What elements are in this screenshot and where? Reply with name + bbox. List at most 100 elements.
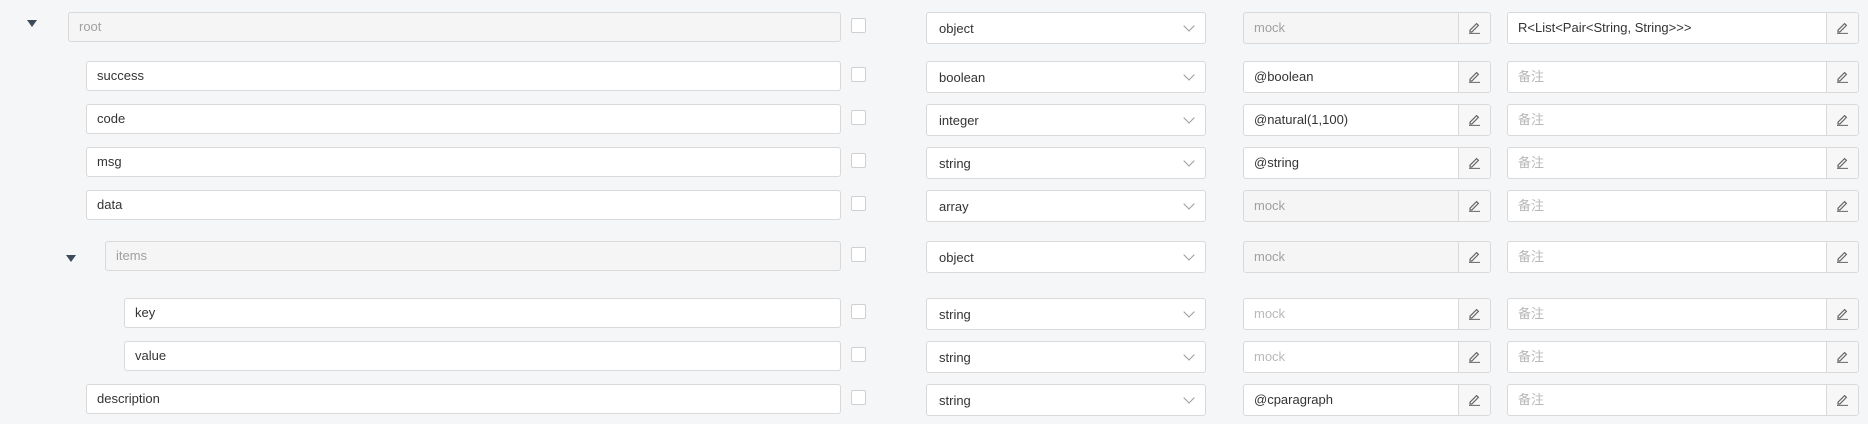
type-select-value: string xyxy=(939,156,971,171)
remark-edit-button[interactable] xyxy=(1826,385,1858,415)
pencil-icon xyxy=(1837,351,1848,363)
type-select-value: string xyxy=(939,393,971,408)
mock-input[interactable]: @cparagraph xyxy=(1243,384,1491,416)
chevron-down-icon xyxy=(1183,155,1195,167)
pencil-icon xyxy=(1469,157,1480,169)
field-name-input[interactable]: code xyxy=(86,104,841,134)
remark-input[interactable]: 备注 xyxy=(1507,104,1859,136)
field-name-input[interactable]: description xyxy=(86,384,841,414)
field-row-root: root object mock R<List<Pair<String, Str… xyxy=(0,12,1868,52)
mock-input-value: @cparagraph xyxy=(1254,392,1333,407)
mock-input-value: mock xyxy=(1254,249,1286,264)
remark-input[interactable]: 备注 xyxy=(1507,190,1859,222)
required-checkbox[interactable] xyxy=(851,18,866,33)
type-select-value: object xyxy=(939,21,974,36)
chevron-down-icon xyxy=(1183,392,1195,404)
type-select-value: integer xyxy=(939,113,979,128)
mock-input[interactable]: @natural(1,100) xyxy=(1243,104,1491,136)
mock-edit-button[interactable] xyxy=(1458,13,1490,43)
type-select[interactable]: string xyxy=(926,147,1206,179)
mock-input-value: @natural(1,100) xyxy=(1254,112,1349,127)
mock-edit-button[interactable] xyxy=(1458,191,1490,221)
field-row-data: data array mock 备注 xyxy=(0,190,1868,230)
field-row-key: key string mock 备注 xyxy=(0,298,1868,338)
mock-edit-button[interactable] xyxy=(1458,385,1490,415)
chevron-down-icon xyxy=(1183,249,1195,261)
chevron-down-icon xyxy=(1183,306,1195,318)
remark-edit-button[interactable] xyxy=(1826,62,1858,92)
remark-edit-button[interactable] xyxy=(1826,242,1858,272)
remark-input-placeholder: 备注 xyxy=(1518,249,1545,264)
field-name-input[interactable]: data xyxy=(86,190,841,220)
remark-input[interactable]: 备注 xyxy=(1507,384,1859,416)
pencil-icon xyxy=(1469,114,1480,126)
mock-input[interactable]: @string xyxy=(1243,147,1491,179)
remark-input-placeholder: 备注 xyxy=(1518,306,1545,321)
mock-input[interactable]: mock xyxy=(1243,341,1491,373)
pencil-icon xyxy=(1837,71,1848,83)
field-name-input[interactable]: success xyxy=(86,61,841,91)
type-select[interactable]: array xyxy=(926,190,1206,222)
required-checkbox[interactable] xyxy=(851,196,866,211)
remark-edit-button[interactable] xyxy=(1826,191,1858,221)
type-select[interactable]: string xyxy=(926,298,1206,330)
remark-input-placeholder: 备注 xyxy=(1518,112,1545,127)
required-checkbox[interactable] xyxy=(851,390,866,405)
type-select[interactable]: object xyxy=(926,241,1206,273)
chevron-down-icon xyxy=(1183,112,1195,124)
mock-edit-button[interactable] xyxy=(1458,299,1490,329)
remark-input[interactable]: R<List<Pair<String, String>>> xyxy=(1507,12,1859,44)
mock-edit-button[interactable] xyxy=(1458,342,1490,372)
remark-edit-button[interactable] xyxy=(1826,105,1858,135)
remark-edit-button[interactable] xyxy=(1826,148,1858,178)
remark-input[interactable]: 备注 xyxy=(1507,147,1859,179)
required-checkbox[interactable] xyxy=(851,247,866,262)
field-name-input[interactable]: key xyxy=(124,298,841,328)
mock-edit-button[interactable] xyxy=(1458,242,1490,272)
required-checkbox[interactable] xyxy=(851,110,866,125)
mock-edit-button[interactable] xyxy=(1458,62,1490,92)
type-select[interactable]: object xyxy=(926,12,1206,44)
collapse-caret-icon[interactable] xyxy=(27,20,37,27)
type-select[interactable]: string xyxy=(926,384,1206,416)
pencil-icon xyxy=(1469,200,1480,212)
pencil-icon xyxy=(1469,308,1480,320)
remark-edit-button[interactable] xyxy=(1826,13,1858,43)
pencil-icon xyxy=(1837,157,1848,169)
pencil-icon xyxy=(1837,114,1848,126)
collapse-caret-icon[interactable] xyxy=(66,255,76,262)
remark-input[interactable]: 备注 xyxy=(1507,298,1859,330)
pencil-icon xyxy=(1837,200,1848,212)
required-checkbox[interactable] xyxy=(851,347,866,362)
remark-input[interactable]: 备注 xyxy=(1507,61,1859,93)
remark-edit-button[interactable] xyxy=(1826,299,1858,329)
mock-input-value: @boolean xyxy=(1254,69,1314,84)
mock-edit-button[interactable] xyxy=(1458,105,1490,135)
remark-edit-button[interactable] xyxy=(1826,342,1858,372)
type-select[interactable]: string xyxy=(926,341,1206,373)
mock-edit-button[interactable] xyxy=(1458,148,1490,178)
remark-input[interactable]: 备注 xyxy=(1507,241,1859,273)
type-select-value: string xyxy=(939,350,971,365)
mock-input: mock xyxy=(1243,12,1491,44)
mock-input: mock xyxy=(1243,190,1491,222)
chevron-down-icon xyxy=(1183,69,1195,81)
mock-input[interactable]: @boolean xyxy=(1243,61,1491,93)
required-checkbox[interactable] xyxy=(851,304,866,319)
remark-input-placeholder: 备注 xyxy=(1518,155,1545,170)
type-select[interactable]: integer xyxy=(926,104,1206,136)
type-select[interactable]: boolean xyxy=(926,61,1206,93)
pencil-icon xyxy=(1837,394,1848,406)
mock-input-value: mock xyxy=(1254,198,1286,213)
mock-input-value: @string xyxy=(1254,155,1299,170)
field-name-input[interactable]: value xyxy=(124,341,841,371)
remark-input-placeholder: 备注 xyxy=(1518,349,1545,364)
mock-input-placeholder: mock xyxy=(1254,349,1286,364)
remark-input-value: R<List<Pair<String, String>>> xyxy=(1518,20,1692,35)
field-name-input[interactable]: msg xyxy=(86,147,841,177)
remark-input[interactable]: 备注 xyxy=(1507,341,1859,373)
pencil-icon xyxy=(1837,22,1848,34)
mock-input[interactable]: mock xyxy=(1243,298,1491,330)
required-checkbox[interactable] xyxy=(851,153,866,168)
required-checkbox[interactable] xyxy=(851,67,866,82)
